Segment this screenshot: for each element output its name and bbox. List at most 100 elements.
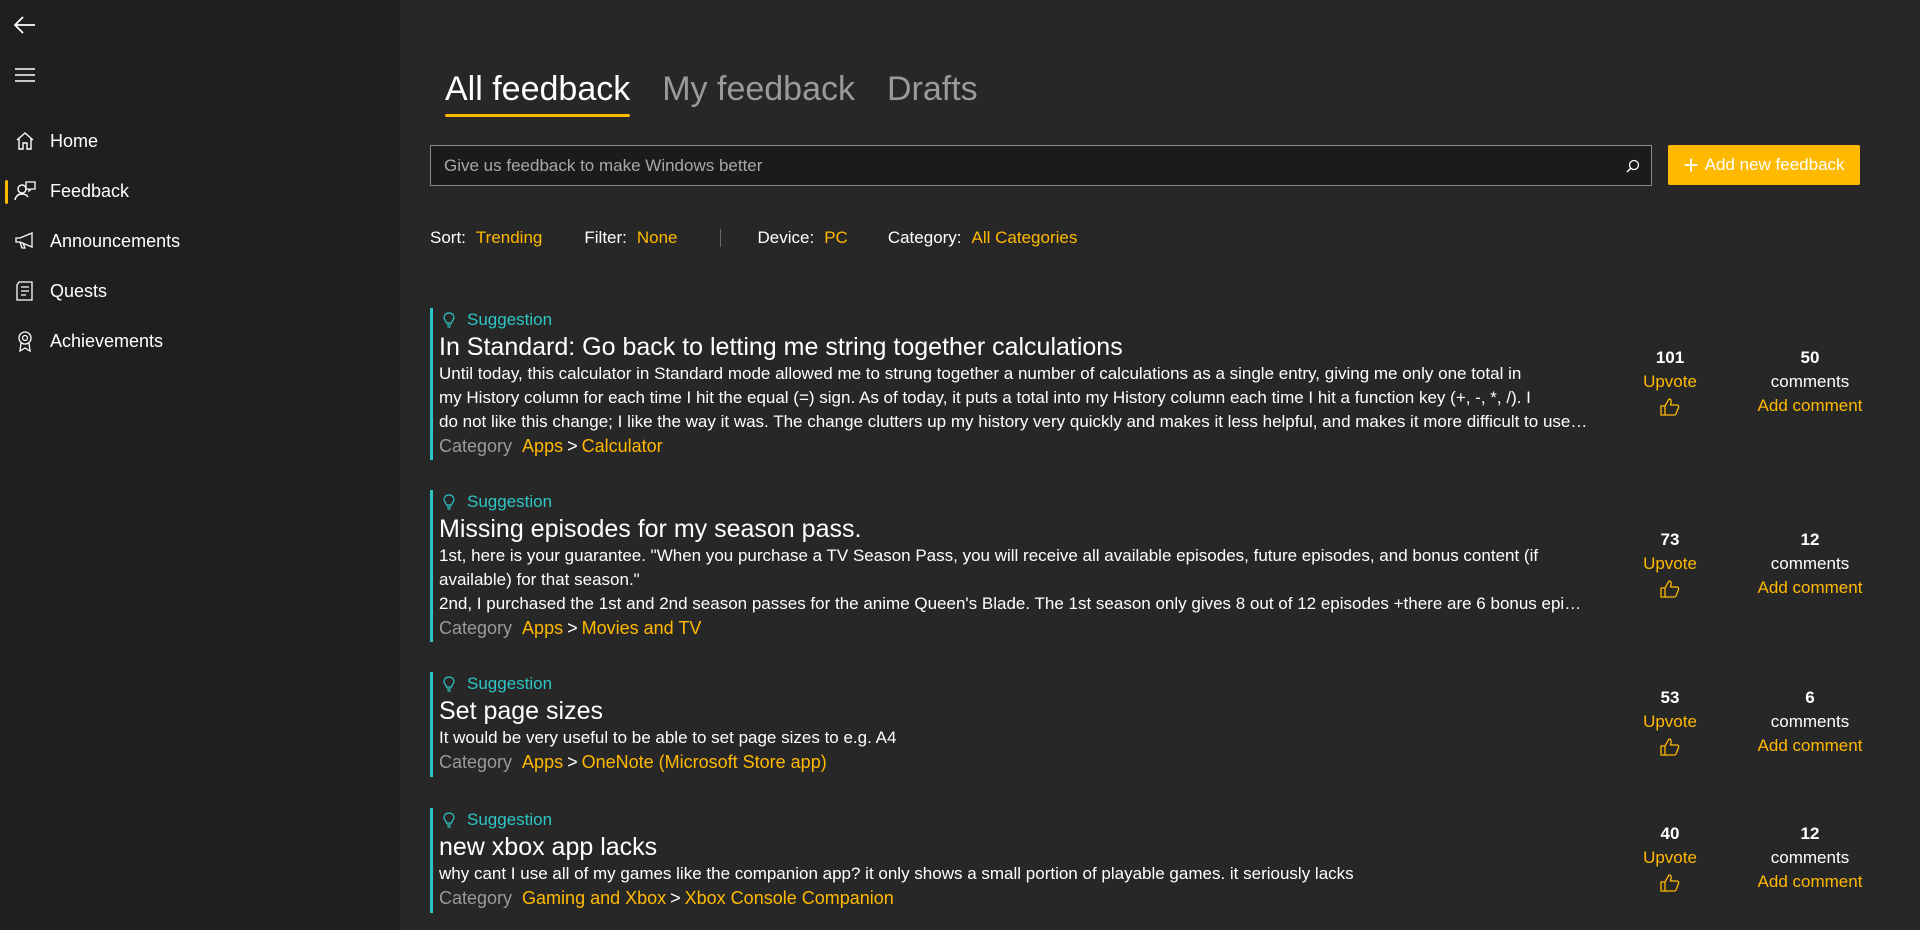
comments-label: comments — [1770, 372, 1850, 391]
comments-block: 12 comments Add comment — [1730, 528, 1890, 600]
category-prefix: Category — [439, 436, 513, 456]
description-line: my History column for each time I hit th… — [439, 388, 1531, 407]
tab-bar: All feedback My feedback Drafts — [445, 70, 1010, 117]
feedback-category: Category Gaming and Xbox > Xbox Console Com… — [439, 888, 894, 908]
upvote-block: 73 Upvote — [1620, 528, 1720, 598]
comment-count: 12 — [1800, 824, 1820, 843]
category-dropdown[interactable]: All Categories — [972, 228, 1078, 248]
upvote-block: 53 Upvote — [1620, 686, 1720, 756]
description-line: 1st, here is your guarantee. "When you p… — [439, 546, 1539, 565]
upvote-button[interactable]: Upvote — [1620, 846, 1720, 870]
feedback-description: 1st, here is your guarantee. "When you p… — [439, 544, 1589, 616]
plus-icon: + — [1683, 150, 1699, 180]
description-line: available) for that season." — [439, 570, 640, 589]
filter-divider — [719, 229, 721, 247]
feedback-title[interactable]: new xbox app lacks — [439, 832, 1600, 862]
search-icon — [1626, 159, 1640, 172]
filter-dropdown[interactable]: None — [637, 228, 678, 248]
search-input[interactable] — [431, 146, 1615, 185]
sidebar-item-quests[interactable]: Quests — [0, 266, 400, 316]
upvote-block: 40 Upvote — [1620, 822, 1720, 892]
upvote-count: 73 — [1660, 530, 1680, 549]
category-prefix: Category — [439, 752, 513, 772]
hamburger-icon — [15, 68, 35, 82]
medal-icon — [14, 330, 36, 352]
thumbs-up-icon[interactable] — [1620, 398, 1720, 416]
feedback-description: It would be very useful to be able to se… — [439, 726, 1589, 750]
subcategory-link[interactable]: Calculator — [582, 436, 663, 456]
add-comment-link[interactable]: Add comment — [1730, 576, 1890, 600]
comment-count: 6 — [1805, 688, 1815, 707]
upvote-count: 101 — [1655, 348, 1685, 367]
feedback-icon — [14, 180, 36, 202]
add-comment-link[interactable]: Add comment — [1730, 394, 1890, 418]
upvote-button[interactable]: Upvote — [1620, 370, 1720, 394]
add-new-feedback-label: Add new feedback — [1704, 155, 1845, 174]
add-comment-link[interactable]: Add comment — [1730, 734, 1890, 758]
sidebar: Home Feedback Announcements Quests Achie… — [0, 0, 400, 930]
tab-my-feedback[interactable]: My feedback — [662, 70, 855, 111]
megaphone-icon — [14, 230, 36, 252]
feedback-type: Suggestion — [467, 674, 553, 693]
sidebar-item-home[interactable]: Home — [0, 116, 400, 166]
tab-drafts[interactable]: Drafts — [887, 70, 978, 111]
feedback-title[interactable]: In Standard: Go back to letting me strin… — [439, 332, 1600, 362]
tab-all-feedback[interactable]: All feedback — [445, 70, 631, 117]
upvote-block: 101 Upvote — [1620, 346, 1720, 416]
device-dropdown[interactable]: PC — [824, 228, 848, 248]
description-line: why cant I use all of my games like the … — [439, 864, 1354, 883]
description-line: 2nd, I purchased the 1st and 2nd season … — [439, 594, 1589, 613]
filter-bar: Sort: Trending Filter: None Device: PC C… — [430, 228, 1077, 248]
upvote-count: 40 — [1660, 824, 1680, 843]
comments-label: comments — [1770, 554, 1850, 573]
lightbulb-icon — [443, 675, 459, 693]
feedback-description: why cant I use all of my games like the … — [439, 862, 1589, 886]
feedback-category: Category Apps > OneNote (Microsoft Store ap… — [439, 752, 827, 772]
comment-count: 50 — [1800, 348, 1820, 367]
comments-label: comments — [1770, 848, 1850, 867]
quest-icon — [14, 280, 36, 302]
upvote-button[interactable]: Upvote — [1620, 552, 1720, 576]
subcategory-link[interactable]: OneNote (Microsoft Store app) — [582, 752, 827, 772]
comments-block: 50 comments Add comment — [1730, 346, 1890, 418]
sidebar-item-achievements[interactable]: Achievements — [0, 316, 400, 366]
description-line: It would be very useful to be able to se… — [439, 728, 897, 747]
menu-button[interactable] — [10, 60, 40, 90]
lightbulb-icon — [443, 493, 459, 511]
comments-block: 12 comments Add comment — [1730, 822, 1890, 894]
subcategory-link[interactable]: Movies and TV — [582, 618, 702, 638]
lightbulb-icon — [443, 311, 459, 329]
sidebar-item-label: Quests — [50, 280, 108, 301]
feedback-type: Suggestion — [467, 492, 553, 511]
sort-dropdown[interactable]: Trending — [476, 228, 542, 248]
description-line: Until today, this calculator in Standard… — [439, 364, 1522, 383]
search-button[interactable] — [1615, 148, 1651, 184]
sidebar-item-announcements[interactable]: Announcements — [0, 216, 400, 266]
comments-block: 6 comments Add comment — [1730, 686, 1890, 758]
thumbs-up-icon[interactable] — [1620, 580, 1720, 598]
feedback-type: Suggestion — [467, 310, 553, 329]
comments-label: comments — [1770, 712, 1850, 731]
upvote-button[interactable]: Upvote — [1620, 710, 1720, 734]
sidebar-item-feedback[interactable]: Feedback — [0, 166, 400, 216]
feedback-type: Suggestion — [467, 810, 553, 829]
back-arrow-icon — [14, 16, 35, 34]
back-button[interactable] — [10, 10, 40, 40]
sidebar-item-label: Announcements — [50, 230, 181, 251]
category-link[interactable]: Apps — [522, 752, 563, 772]
feedback-title[interactable]: Missing episodes for my season pass. — [439, 514, 1600, 544]
feedback-title[interactable]: Set page sizes — [439, 696, 1600, 726]
add-comment-link[interactable]: Add comment — [1730, 870, 1890, 894]
category-link[interactable]: Apps — [522, 436, 563, 456]
category-link[interactable]: Gaming and Xbox — [522, 888, 666, 908]
category-label: Category: — [887, 228, 962, 247]
sidebar-item-label: Feedback — [50, 180, 130, 201]
category-link[interactable]: Apps — [522, 618, 563, 638]
thumbs-up-icon[interactable] — [1620, 738, 1720, 756]
subcategory-link[interactable]: Xbox Console Companion — [685, 888, 894, 908]
thumbs-up-icon[interactable] — [1620, 874, 1720, 892]
description-line: do not like this change; I like the way … — [439, 412, 1589, 431]
upvote-count: 53 — [1660, 688, 1680, 707]
feedback-category: Category Apps > Calculator — [439, 436, 663, 456]
add-new-feedback-button[interactable]: + Add new feedback — [1668, 145, 1860, 185]
